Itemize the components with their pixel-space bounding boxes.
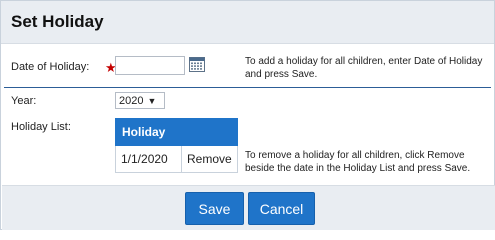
year-label: Year: — [11, 95, 37, 107]
holiday-list-label: Holiday List: — [11, 121, 71, 133]
save-button[interactable]: Save — [185, 192, 244, 225]
action-column-header — [181, 118, 238, 146]
year-select-value: 2020 — [119, 94, 144, 107]
section-divider — [4, 87, 491, 88]
calendar-icon[interactable] — [189, 57, 205, 72]
table-header-row: Holiday — [115, 118, 238, 146]
set-holiday-dialog: Set Holiday Date of Holiday: ★ To add a … — [0, 0, 495, 230]
dialog-footer: Save Cancel — [2, 185, 495, 230]
year-select[interactable]: 2020 ▼ — [115, 92, 165, 109]
remove-link[interactable]: Remove — [181, 145, 238, 173]
dialog-title: Set Holiday — [11, 12, 104, 31]
holiday-column-header: Holiday — [115, 118, 182, 146]
date-of-holiday-label: Date of Holiday: — [11, 61, 90, 73]
add-holiday-help-line-2: and press Save. — [245, 69, 318, 80]
holiday-date-cell: 1/1/2020 — [115, 145, 182, 173]
dialog-header: Set Holiday — [1, 1, 494, 44]
table-row: 1/1/2020 Remove — [115, 145, 238, 173]
chevron-down-icon: ▼ — [147, 95, 157, 106]
add-holiday-help-line-1: To add a holiday for all children, enter… — [245, 56, 483, 67]
remove-holiday-help-line-2: beside the date in the Holiday List and … — [245, 163, 471, 174]
cancel-button[interactable]: Cancel — [248, 192, 315, 225]
date-of-holiday-input[interactable] — [115, 56, 185, 75]
holiday-list-table: Holiday 1/1/2020 Remove — [115, 118, 238, 173]
remove-holiday-help-line-1: To remove a holiday for all children, cl… — [245, 150, 465, 161]
